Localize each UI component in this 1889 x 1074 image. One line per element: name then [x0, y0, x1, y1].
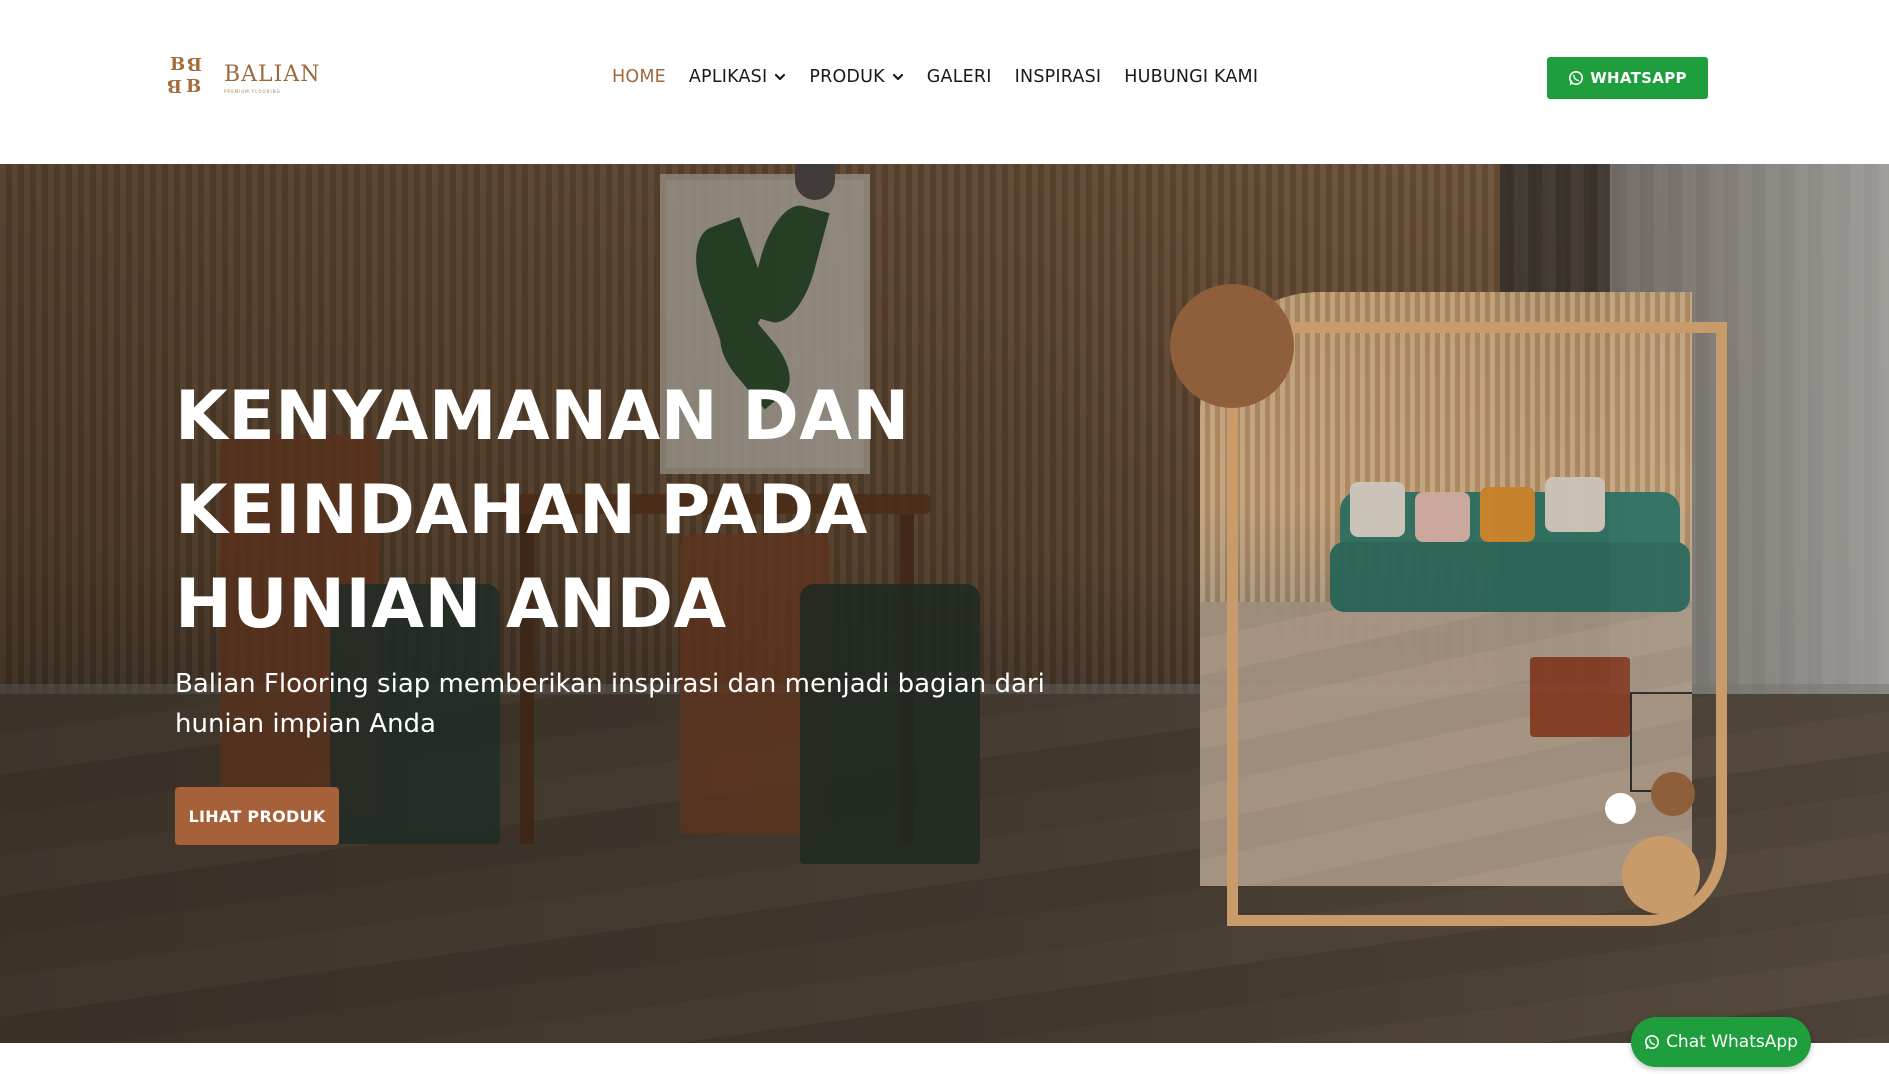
whatsapp-icon [1645, 1035, 1660, 1049]
brand-name: BALIAN [224, 61, 321, 87]
nav-item-label: APLIKASI [688, 67, 768, 87]
decor-circle-large [1170, 284, 1294, 408]
view-products-button[interactable]: LIHAT PRODUK [175, 787, 339, 845]
nav-item-label: HOME [612, 67, 666, 87]
hero-frame-outline [1227, 322, 1727, 926]
chat-whatsapp-button[interactable]: Chat WhatsApp [1631, 1017, 1811, 1067]
decor-circle-white [1605, 793, 1636, 824]
nav-item-label: INSPIRASI [1014, 67, 1102, 87]
site-header: B B B B BALIAN PREMIUM FLOORING HOME APL… [0, 0, 1889, 164]
nav-item-aplikasi[interactable]: APLIKASI [689, 67, 786, 87]
nav-item-label: GALERI [926, 67, 992, 87]
whatsapp-icon [1569, 71, 1584, 85]
brand-tagline: PREMIUM FLOORING [224, 88, 281, 94]
nav-item-home[interactable]: HOME [612, 67, 666, 87]
whatsapp-header-label: WHATSAPP [1590, 69, 1687, 87]
svg-text:B: B [187, 53, 202, 74]
hero-title: KENYAMANAN DAN KEINDAHAN PADA HUNIAN AND… [175, 377, 910, 644]
nav-item-inspirasi[interactable]: INSPIRASI [1015, 67, 1102, 87]
chevron-down-icon [775, 73, 786, 81]
nav-item-label: HUBUNGI KAMI [1124, 67, 1259, 87]
nav-item-hubungi-kami[interactable]: HUBUNGI KAMI [1124, 67, 1258, 87]
decor-circle-tan [1622, 836, 1700, 914]
hero-section: KENYAMANAN DAN KEINDAHAN PADA HUNIAN AND… [0, 164, 1889, 1043]
svg-text:B: B [186, 76, 201, 97]
hero-subtitle: Balian Flooring siap memberikan inspiras… [175, 669, 1045, 739]
decor-circle-small [1651, 772, 1695, 816]
svg-text:B: B [170, 54, 185, 75]
nav-item-label: PRODUK [809, 67, 885, 87]
nav-item-galeri[interactable]: GALERI [927, 67, 992, 87]
chat-whatsapp-label: Chat WhatsApp [1666, 1032, 1798, 1052]
svg-text:B: B [168, 75, 182, 96]
main-nav: HOME APLIKASI PRODUK GALERI INSPIRASI HU… [612, 62, 1281, 92]
nav-item-produk[interactable]: PRODUK [809, 67, 903, 87]
brand-logo-mark: B B B B [168, 53, 202, 97]
chevron-down-icon [892, 73, 903, 81]
brand-logo[interactable]: B B B B BALIAN PREMIUM FLOORING [168, 52, 321, 104]
whatsapp-header-button[interactable]: WHATSAPP [1547, 57, 1708, 99]
